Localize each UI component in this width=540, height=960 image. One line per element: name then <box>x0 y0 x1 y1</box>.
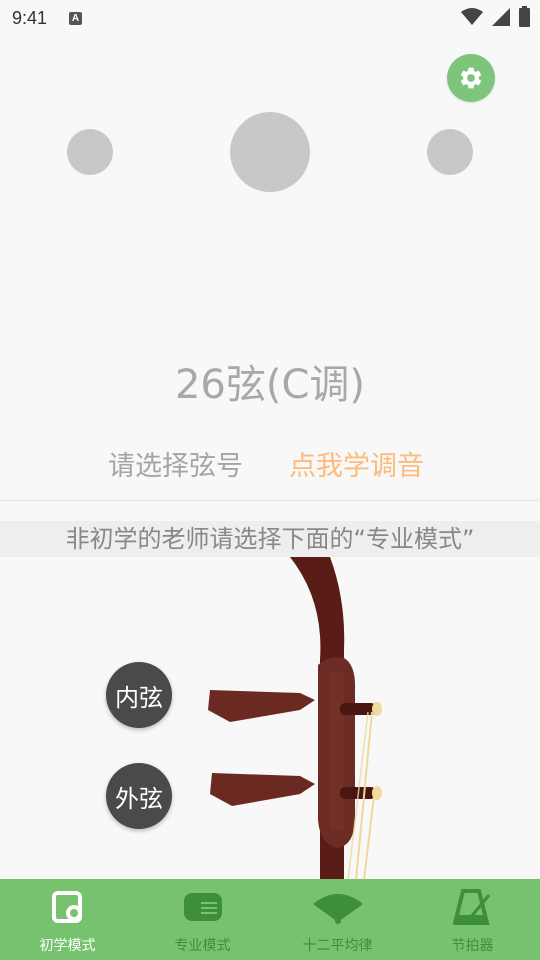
erhu-upper-peg-end <box>340 703 376 715</box>
signal-icon <box>492 7 510 26</box>
nav-tab-twelve-tone[interactable]: 十二平均律 <box>270 879 405 960</box>
erhu-upper-peg <box>208 690 315 722</box>
wifi-icon <box>461 7 483 25</box>
bottom-nav: 初学模式 专业模式 十二平均律 节拍器 <box>0 879 540 960</box>
settings-button[interactable] <box>447 54 495 102</box>
gear-icon <box>460 67 482 89</box>
current-string-title: 26弦(C调) <box>174 362 366 408</box>
tuning-indicator-center <box>230 112 310 192</box>
outer-string-button[interactable]: 外弦 <box>106 763 172 829</box>
nav-label: 专业模式 <box>174 938 231 954</box>
battery-icon <box>519 6 530 27</box>
tuning-indicator-sharp <box>427 129 473 175</box>
nav-label: 初学模式 <box>39 938 96 954</box>
beginner-icon <box>51 887 85 927</box>
status-time: 9:41 <box>12 7 48 28</box>
inner-string-button[interactable]: 内弦 <box>106 662 172 728</box>
tuning-indicator-flat <box>67 129 113 175</box>
status-icons <box>461 6 530 27</box>
notification-a-icon: A <box>69 11 83 25</box>
nav-label: 节拍器 <box>451 938 494 954</box>
professional-icon <box>183 887 223 927</box>
divider <box>0 500 540 501</box>
professional-mode-notice: 非初学的老师请选择下面的“专业模式” <box>0 521 540 557</box>
select-row: 请选择弦号 点我学调音 <box>0 444 540 484</box>
erhu-lower-peg <box>210 773 315 806</box>
learn-tuning-link[interactable]: 点我学调音 <box>289 444 424 483</box>
erhu-outer-string <box>363 795 375 880</box>
fan-icon <box>311 887 365 927</box>
erhu-illustration <box>208 557 382 880</box>
nav-tab-beginner[interactable]: 初学模式 <box>0 879 135 960</box>
metronome-icon <box>452 887 493 927</box>
nav-label: 十二平均律 <box>302 938 373 954</box>
nav-tab-metronome[interactable]: 节拍器 <box>405 879 540 960</box>
select-string-button[interactable]: 请选择弦号 <box>108 444 243 483</box>
nav-tab-professional[interactable]: 专业模式 <box>135 879 270 960</box>
status-bar: 9:41 A <box>0 0 540 36</box>
